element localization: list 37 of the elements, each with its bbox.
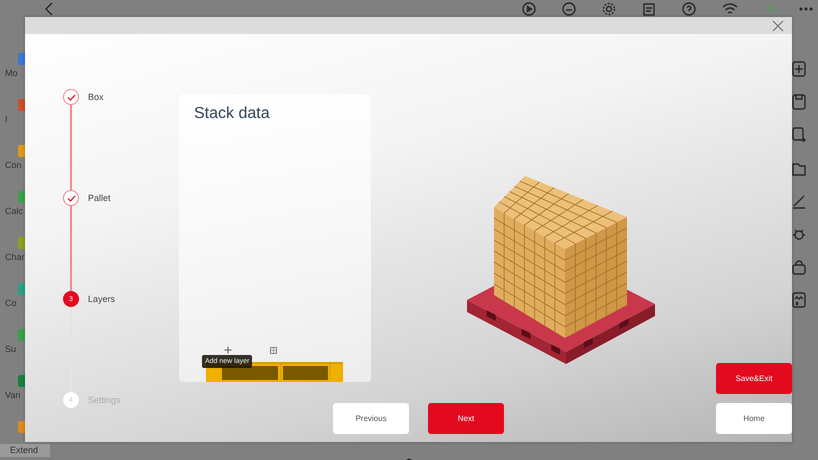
add-icon[interactable] [224, 346, 232, 354]
app-sidebar-label[interactable]: Extend [0, 444, 50, 457]
home-button[interactable]: Home [716, 403, 792, 434]
step-indicator[interactable] [63, 89, 79, 105]
app-sidebar-label[interactable]: Char [5, 252, 25, 263]
variable-icon[interactable] [792, 292, 806, 308]
check-icon [66, 94, 76, 100]
app-sidebar-label[interactable]: Con [5, 160, 22, 171]
app-sidebar-label[interactable]: Calc [5, 206, 24, 217]
add-icon[interactable] [792, 61, 806, 77]
wifi-icon[interactable] [722, 2, 738, 16]
previous-button[interactable]: Previous [333, 403, 409, 434]
help-icon[interactable] [682, 2, 696, 16]
save-icon[interactable] [792, 94, 806, 110]
step-label: Pallet [88, 193, 111, 203]
play-icon[interactable] [522, 2, 536, 16]
check-icon [66, 194, 76, 202]
app-sidebar-label[interactable]: Vari [5, 390, 20, 401]
next-button[interactable]: Next [428, 403, 504, 434]
app-sidebar-label[interactable]: I [5, 114, 8, 125]
settings-icon[interactable] [602, 2, 616, 16]
card-title: Stack data [194, 105, 270, 123]
edit-icon[interactable] [792, 193, 806, 209]
chevron-left-icon[interactable] [44, 2, 54, 16]
lock-icon[interactable] [792, 259, 806, 275]
app-sidebar-label[interactable]: Mo [5, 68, 18, 79]
step-label: Layers [88, 294, 116, 304]
close-icon[interactable] [772, 20, 784, 32]
app-sidebar-label[interactable]: Co [5, 298, 17, 309]
step-indicator[interactable] [63, 190, 79, 206]
more-icon[interactable] [798, 6, 814, 12]
export-icon[interactable] [792, 127, 806, 143]
app-sidebar-label[interactable]: Su [5, 344, 16, 355]
step-label: Box [88, 92, 104, 102]
save-exit-button[interactable]: Save&Exit [716, 363, 792, 394]
grid-icon[interactable] [270, 346, 277, 354]
clipboard-icon[interactable] [642, 2, 656, 16]
